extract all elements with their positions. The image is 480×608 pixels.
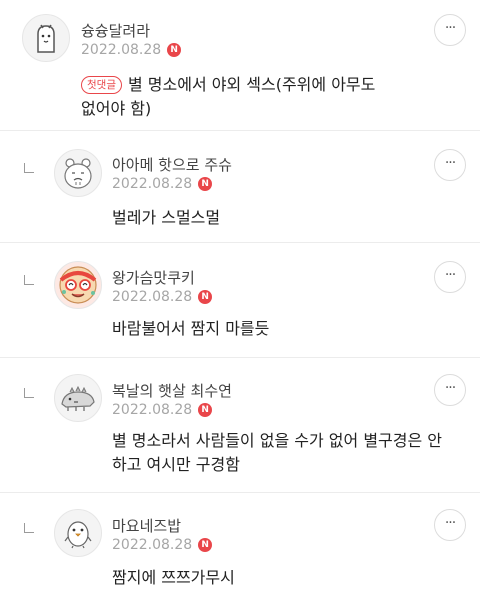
more-dots-icon: ··· [444, 514, 456, 531]
author-name[interactable]: 슝슝달려라 [81, 20, 150, 41]
comment-date: 2022.08.28 [112, 402, 193, 418]
comment-text: 바람불어서 짬지 마를듯 [112, 319, 270, 338]
more-options-button[interactable]: ··· [434, 509, 466, 541]
reply-item: 아아메 핫으로 주슈 2022.08.28 N ··· 벌레가 스멀스멀 [0, 131, 480, 243]
more-dots-icon: ··· [444, 266, 456, 283]
comment-text: 짬지에 쯔쯔가무시 [112, 568, 235, 587]
new-badge: N [167, 43, 182, 57]
avatar[interactable] [54, 374, 102, 422]
comment-date: 2022.08.28 [112, 176, 193, 192]
more-options-button[interactable]: ··· [434, 261, 466, 293]
comment-date: 2022.08.28 [81, 42, 162, 58]
avatar[interactable] [54, 261, 102, 309]
more-dots-icon: ··· [444, 379, 456, 396]
reply-item: 복날의 햇살 최수연 2022.08.28 N ··· 별 명소라서 사람들이 … [0, 358, 480, 493]
penguin-character-icon [64, 521, 92, 549]
comment-meta: 2022.08.28 N [112, 176, 213, 192]
comment-date: 2022.08.28 [112, 289, 193, 305]
avatar[interactable] [54, 149, 102, 197]
author-name[interactable]: 아아메 핫으로 주슈 [112, 154, 232, 175]
first-comment-badge: 첫댓글 [81, 76, 122, 94]
reply-arrow-icon [24, 275, 34, 285]
reply-item: 마요네즈밥 2022.08.28 N ··· 짬지에 쯔쯔가무시 [0, 493, 480, 608]
bear-character-icon [64, 158, 92, 189]
ghost-character-icon [37, 24, 55, 53]
author-name[interactable]: 왕가슴맛쿠키 [112, 267, 195, 288]
reply-arrow-icon [24, 163, 34, 173]
reply-arrow-icon [24, 523, 34, 533]
more-dots-icon: ··· [444, 19, 456, 36]
new-badge: N [198, 538, 213, 552]
comment-text-line1: 별 명소라서 사람들이 없을 수가 없어 별구경은 안 [112, 431, 443, 450]
more-options-button[interactable]: ··· [434, 14, 466, 46]
comment-text-line2: 하고 여시만 구경함 [112, 455, 240, 474]
new-badge: N [198, 177, 213, 191]
cookie-character-icon [59, 266, 97, 304]
comment-text: 별 명소라서 사람들이 없을 수가 없어 별구경은 안 하고 여시만 구경함 [112, 429, 442, 477]
comment-meta: 2022.08.28 N [112, 289, 213, 305]
more-dots-icon: ··· [444, 154, 456, 171]
author-name[interactable]: 복날의 햇살 최수연 [112, 380, 232, 401]
comment-meta: 2022.08.28 N [112, 402, 213, 418]
avatar[interactable] [54, 509, 102, 557]
comment-text-line1: 별 명소에서 야외 섹스(주위에 아무도 [127, 75, 376, 94]
reply-item: 왕가슴맛쿠키 2022.08.28 N ··· 바람불어서 짬지 마를듯 [0, 243, 480, 358]
new-badge: N [198, 290, 213, 304]
comment-meta: 2022.08.28 N [81, 42, 182, 58]
comment-text: 첫댓글 별 명소에서 야외 섹스(주위에 아무도 없어야 함) [81, 73, 375, 121]
new-badge: N [198, 403, 213, 417]
more-options-button[interactable]: ··· [434, 149, 466, 181]
comment-text-line2: 없어야 함) [81, 99, 152, 118]
comment-item: 슝슝달려라 2022.08.28 N ··· 첫댓글 별 명소에서 야외 섹스(주… [0, 0, 480, 131]
comment-meta: 2022.08.28 N [112, 537, 213, 553]
more-options-button[interactable]: ··· [434, 374, 466, 406]
comment-text: 벌레가 스멀스멀 [112, 208, 221, 227]
avatar[interactable] [22, 14, 70, 62]
author-name[interactable]: 마요네즈밥 [112, 515, 181, 536]
comment-date: 2022.08.28 [112, 537, 193, 553]
comment-text-line: 첫댓글 별 명소에서 야외 섹스(주위에 아무도 [81, 73, 375, 97]
reply-arrow-icon [24, 388, 34, 398]
dinosaur-character-icon [61, 385, 95, 411]
